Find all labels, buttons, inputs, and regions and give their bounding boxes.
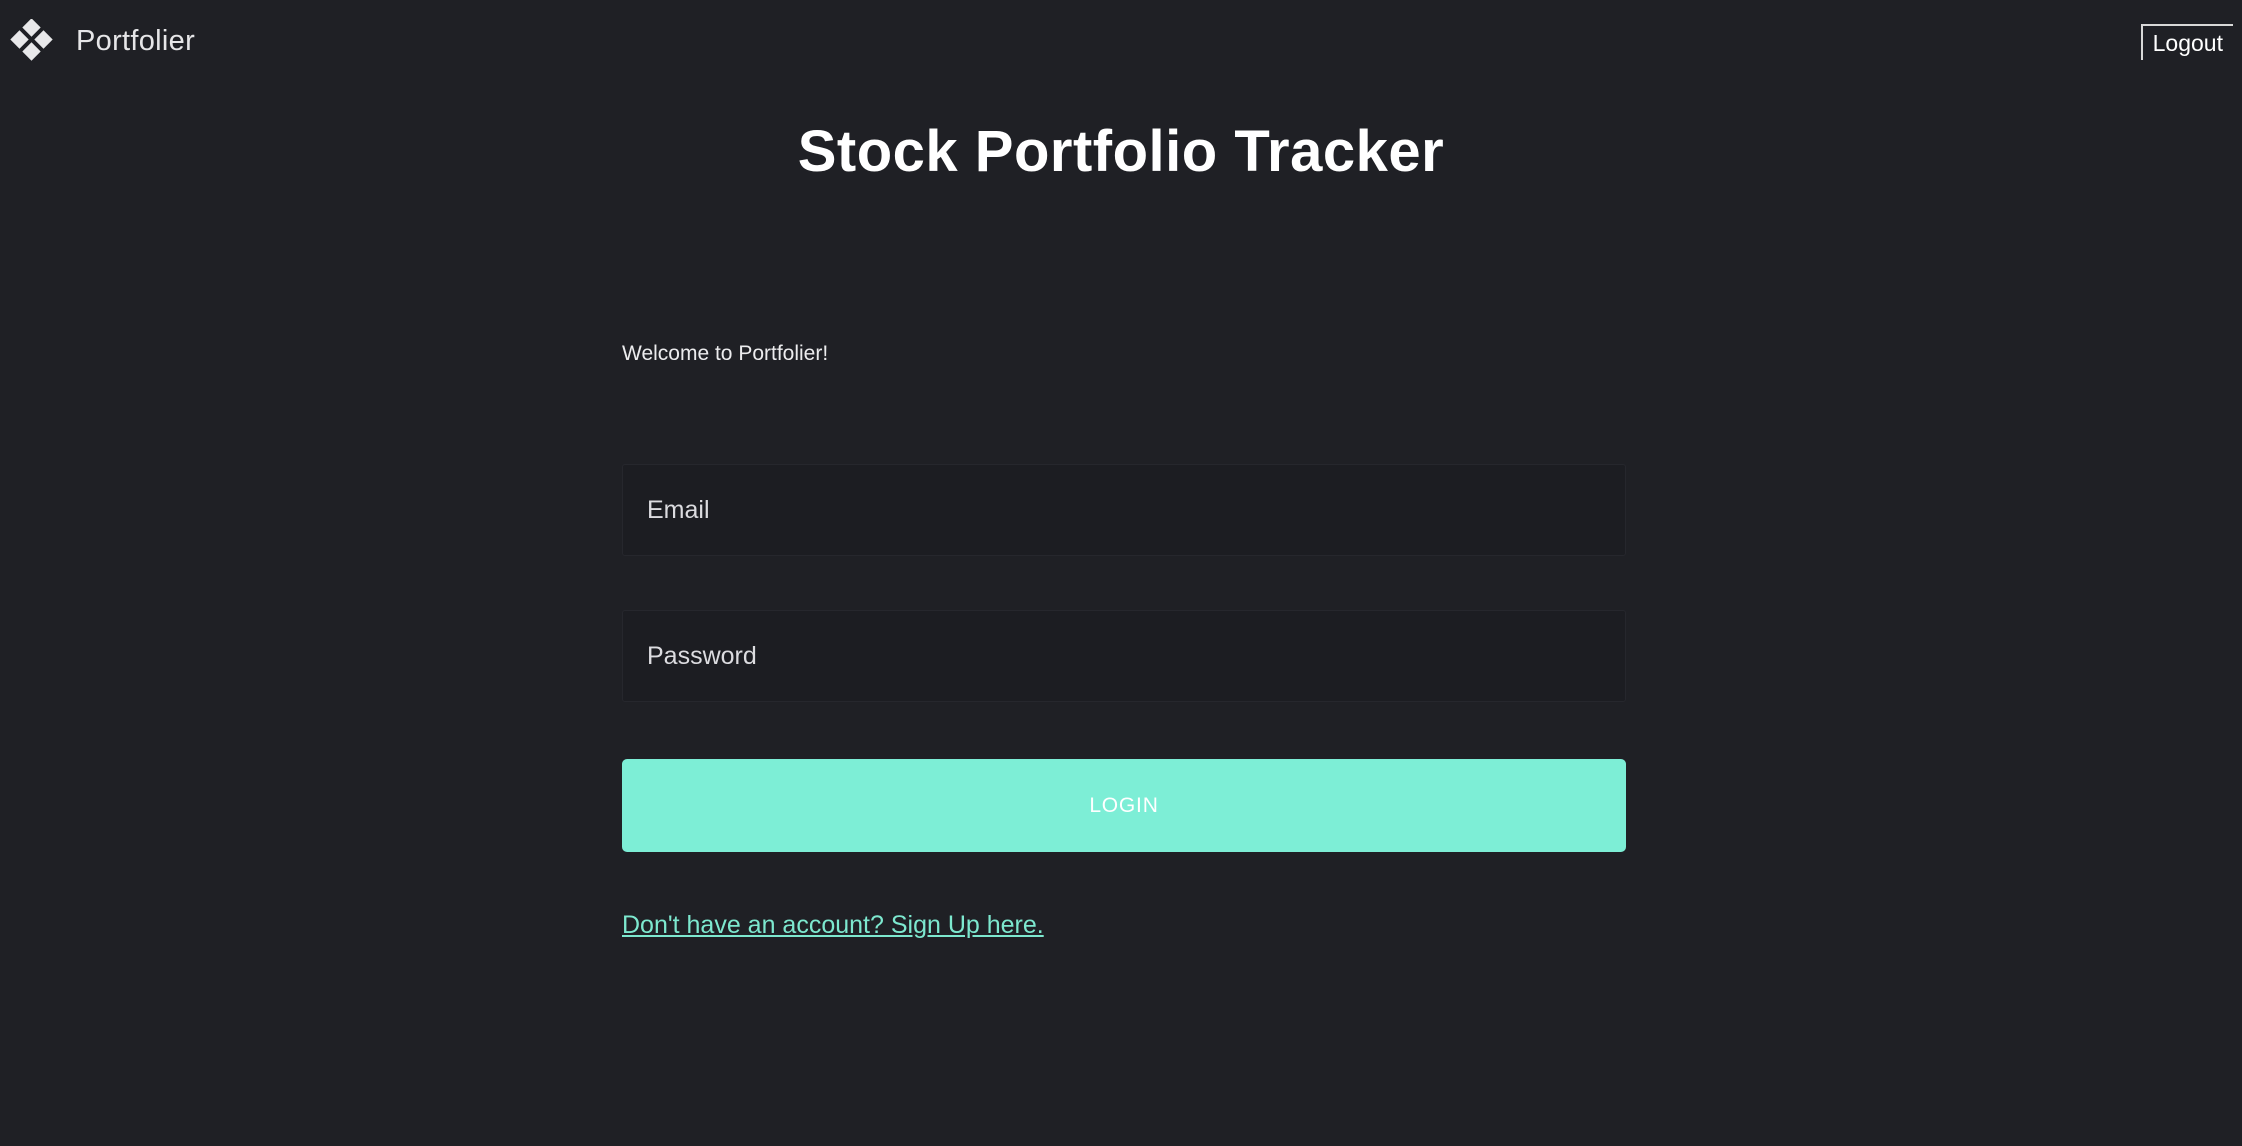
logout-button[interactable]: Logout [2140,24,2233,60]
top-bar: Portfolier Logout [0,0,2242,80]
login-button[interactable]: LOGIN [622,759,1626,852]
diamond-cluster-icon [10,19,53,61]
password-field[interactable] [622,610,1626,702]
brand[interactable]: Portfolier [10,19,196,62]
signup-link[interactable]: Don't have an account? Sign Up here. [622,911,1044,940]
app-name: Portfolier [76,24,196,57]
email-field[interactable] [622,464,1626,556]
welcome-message: Welcome to Portfolier! [622,342,829,365]
page-title: Stock Portfolio Tracker [797,119,1445,184]
